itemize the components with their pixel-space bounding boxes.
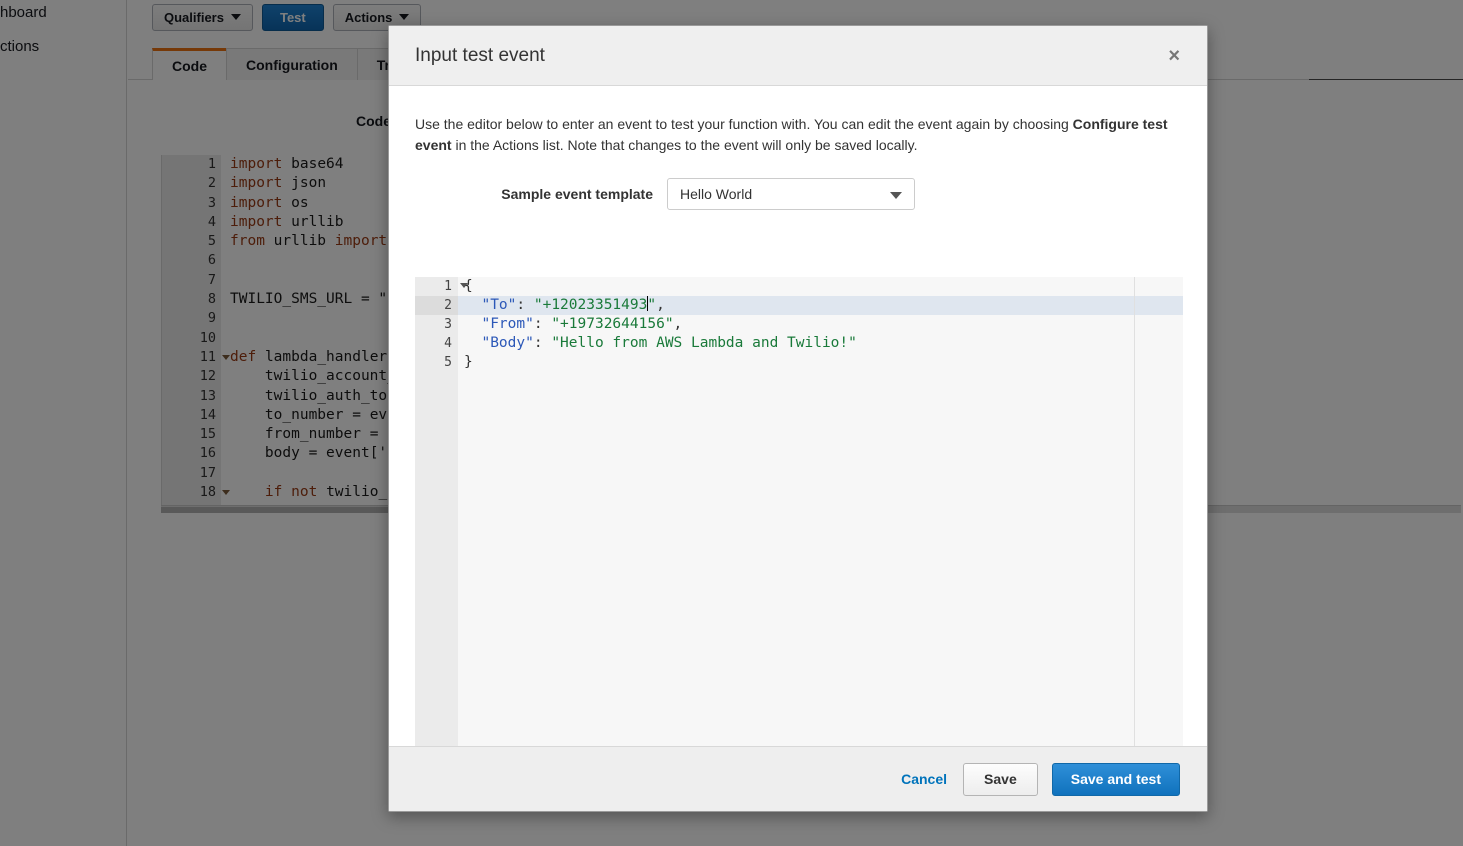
dialog-footer: Cancel Save Save and test <box>389 746 1207 811</box>
input-test-event-dialog: Input test event × Use the editor below … <box>388 25 1208 812</box>
screen-root: hboard ctions Qualifiers Test Actions <box>0 0 1463 846</box>
dialog-header: Input test event × <box>389 26 1207 86</box>
close-icon[interactable]: × <box>1163 44 1185 68</box>
json-line-number: 2 <box>415 296 458 315</box>
json-line-number: 3 <box>444 317 452 332</box>
dialog-description: Use the editor below to enter an event t… <box>415 114 1181 156</box>
json-token: } <box>464 354 473 370</box>
cancel-button[interactable]: Cancel <box>899 767 949 791</box>
json-token: , <box>656 297 665 313</box>
json-line: "Body": "Hello from AWS Lambda and Twili… <box>458 334 1183 353</box>
save-button[interactable]: Save <box>963 762 1038 796</box>
json-line: "From": "+19732644156", <box>458 315 1183 334</box>
json-token: "From" <box>481 316 534 332</box>
json-token: "Hello from AWS Lambda and Twilio!" <box>551 335 857 351</box>
json-token: : <box>533 316 552 332</box>
sample-event-template-select[interactable]: Hello World <box>667 178 915 210</box>
json-editor-gutter: 12 3 4 5 <box>415 277 468 746</box>
json-line-number: 1 <box>415 277 468 296</box>
json-editor-content[interactable]: { "To": "+12023351493", "From": "+197326… <box>458 277 1183 746</box>
save-and-test-button[interactable]: Save and test <box>1051 762 1180 796</box>
json-token: : <box>533 335 552 351</box>
json-line: { <box>458 277 1183 296</box>
json-line: "To": "+12023351493", <box>458 296 1183 315</box>
chevron-down-icon <box>890 192 902 199</box>
json-token: "To" <box>481 297 517 313</box>
json-token: " <box>647 297 657 313</box>
dialog-body: Use the editor below to enter an event t… <box>389 86 1207 746</box>
dialog-title: Input test event <box>415 44 545 66</box>
json-line-number: 5 <box>444 355 452 370</box>
json-token: { <box>464 278 473 294</box>
test-event-json-editor[interactable]: 12 3 4 5 { "To": "+12023351493", "From": "+… <box>415 277 1183 746</box>
json-token: : <box>516 297 534 313</box>
dialog-description-part1: Use the editor below to enter an event t… <box>415 116 1073 132</box>
json-token: "Body" <box>481 335 534 351</box>
json-editor-print-margin <box>1134 277 1135 746</box>
json-token: "+12023351493 <box>533 297 648 313</box>
json-token: , <box>673 316 683 332</box>
sample-event-template-row: Sample event template Hello World <box>415 178 1181 210</box>
sample-event-template-label: Sample event template <box>501 186 653 202</box>
sample-event-template-value: Hello World <box>680 186 753 202</box>
dialog-description-part2: in the Actions list. Note that changes t… <box>451 137 918 153</box>
json-line: } <box>458 353 1183 372</box>
json-token: "+19732644156" <box>551 316 674 332</box>
json-line-number: 4 <box>444 336 452 351</box>
